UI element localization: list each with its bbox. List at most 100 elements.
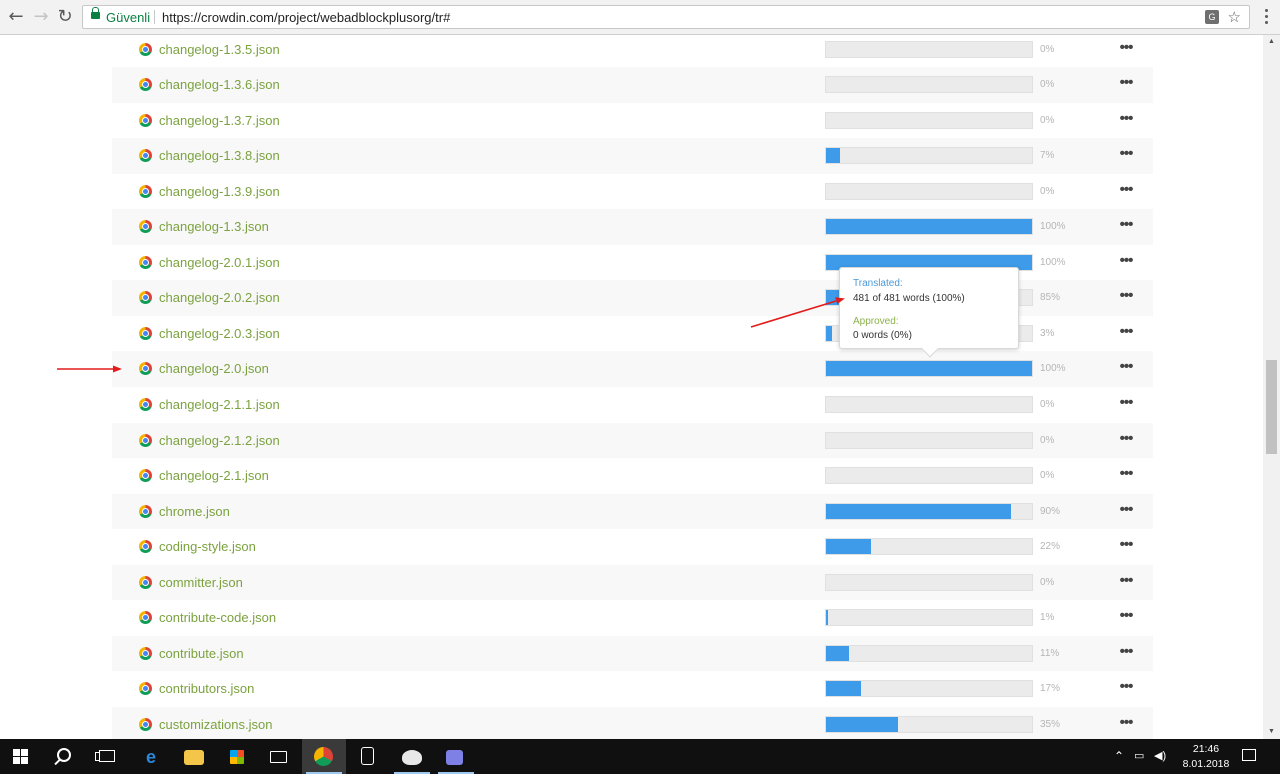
- file-name-link[interactable]: changelog-2.1.1.json: [159, 397, 280, 412]
- file-name-link[interactable]: changelog-1.3.7.json: [159, 113, 280, 128]
- more-options-icon[interactable]: •••: [1114, 181, 1138, 202]
- translation-progress-bar[interactable]: [825, 395, 1033, 413]
- scroll-down-icon[interactable]: ▼: [1263, 725, 1280, 739]
- more-options-icon[interactable]: •••: [1114, 501, 1138, 522]
- file-row[interactable]: contributors.json 17% •••: [112, 671, 1153, 707]
- file-name-link[interactable]: chrome.json: [159, 504, 230, 519]
- start-button[interactable]: [0, 739, 44, 774]
- file-name-link[interactable]: changelog-2.0.1.json: [159, 255, 280, 270]
- forward-icon[interactable]: →: [31, 7, 51, 27]
- more-options-icon[interactable]: •••: [1114, 679, 1138, 699]
- volume-icon[interactable]: ◀): [1154, 749, 1166, 762]
- translation-progress-bar[interactable]: [825, 147, 1033, 165]
- edge-taskbar-button[interactable]: e: [129, 739, 173, 774]
- url-text[interactable]: https://crowdin.com/project/webadblockpl…: [162, 10, 450, 25]
- file-name-link[interactable]: contribute.json: [159, 646, 244, 661]
- translate-icon[interactable]: G: [1205, 10, 1219, 24]
- tray-clock[interactable]: 21:46 8.01.2018: [1175, 742, 1237, 772]
- messenger-taskbar-button[interactable]: [434, 739, 478, 774]
- translation-progress-bar[interactable]: [825, 715, 1033, 733]
- more-options-icon[interactable]: •••: [1114, 359, 1138, 379]
- mail-taskbar-button[interactable]: [258, 739, 302, 774]
- file-row[interactable]: contribute.json 11% •••: [112, 635, 1153, 672]
- network-icon[interactable]: ▭: [1134, 749, 1144, 762]
- reload-icon[interactable]: ↻: [55, 7, 75, 27]
- translation-progress-bar[interactable]: [825, 111, 1033, 129]
- file-row[interactable]: customizations.json 35% •••: [112, 706, 1153, 739]
- file-row[interactable]: changelog-2.1.1.json 0% •••: [112, 387, 1153, 423]
- more-options-icon[interactable]: •••: [1114, 430, 1138, 451]
- file-row[interactable]: changelog-1.3.8.json 7% •••: [112, 138, 1153, 174]
- more-options-icon[interactable]: •••: [1114, 394, 1138, 415]
- file-name-link[interactable]: committer.json: [159, 575, 243, 590]
- notification-icon[interactable]: [1242, 749, 1256, 761]
- more-options-icon[interactable]: •••: [1114, 217, 1138, 237]
- more-options-icon[interactable]: •••: [1114, 537, 1138, 557]
- file-row[interactable]: changelog-1.3.5.json 0% •••: [112, 35, 1153, 67]
- store-taskbar-button[interactable]: [215, 739, 259, 774]
- translation-progress-bar[interactable]: [825, 182, 1033, 200]
- more-options-icon[interactable]: •••: [1114, 572, 1138, 593]
- file-name-link[interactable]: changelog-2.0.3.json: [159, 326, 280, 341]
- translation-progress-bar[interactable]: [825, 218, 1033, 236]
- file-name-link[interactable]: changelog-2.0.2.json: [159, 290, 280, 305]
- translation-progress-bar[interactable]: [825, 609, 1033, 627]
- page-scrollbar[interactable]: ▲ ▼: [1263, 35, 1280, 739]
- chrome-taskbar-button[interactable]: [302, 739, 346, 774]
- file-name-link[interactable]: changelog-1.3.9.json: [159, 184, 280, 199]
- file-name-link[interactable]: changelog-1.3.json: [159, 219, 269, 234]
- translation-progress-bar[interactable]: [825, 360, 1033, 378]
- file-row[interactable]: coding-style.json 22% •••: [112, 529, 1153, 565]
- file-name-link[interactable]: changelog-2.1.json: [159, 468, 269, 483]
- file-name-link[interactable]: changelog-2.1.2.json: [159, 433, 280, 448]
- more-options-icon[interactable]: •••: [1114, 252, 1138, 273]
- explorer-taskbar-button[interactable]: [172, 739, 216, 774]
- translation-progress-bar[interactable]: [825, 467, 1033, 485]
- more-options-icon[interactable]: •••: [1114, 39, 1138, 60]
- more-options-icon[interactable]: •••: [1114, 110, 1138, 131]
- translation-progress-bar[interactable]: [825, 431, 1033, 449]
- more-options-icon[interactable]: •••: [1114, 466, 1138, 486]
- more-options-icon[interactable]: •••: [1114, 323, 1138, 344]
- file-row[interactable]: changelog-1.3.7.json 0% •••: [112, 103, 1153, 139]
- file-row[interactable]: chrome.json 90% •••: [112, 493, 1153, 530]
- file-row[interactable]: changelog-1.3.json 100% •••: [112, 209, 1153, 245]
- more-options-icon[interactable]: •••: [1114, 714, 1138, 735]
- translation-progress-bar[interactable]: [825, 538, 1033, 556]
- more-options-icon[interactable]: •••: [1114, 288, 1138, 308]
- translation-progress-bar[interactable]: [825, 644, 1033, 662]
- scroll-up-icon[interactable]: ▲: [1263, 35, 1280, 49]
- translation-progress-bar[interactable]: [825, 502, 1033, 520]
- paint-taskbar-button[interactable]: [390, 739, 434, 774]
- file-name-link[interactable]: contributors.json: [159, 681, 254, 696]
- tray-chevron-icon[interactable]: ⌃: [1114, 749, 1124, 763]
- file-row[interactable]: changelog-1.3.9.json 0% •••: [112, 174, 1153, 210]
- file-row[interactable]: changelog-2.0.json 100% •••: [112, 351, 1153, 387]
- back-icon[interactable]: ←: [6, 7, 26, 27]
- file-name-link[interactable]: changelog-1.3.6.json: [159, 77, 280, 92]
- browser-menu-icon[interactable]: [1258, 6, 1274, 28]
- file-row[interactable]: changelog-1.3.6.json 0% •••: [112, 67, 1153, 103]
- file-name-link[interactable]: changelog-1.3.8.json: [159, 148, 280, 163]
- file-name-link[interactable]: contribute-code.json: [159, 610, 276, 625]
- file-row[interactable]: changelog-2.1.json 0% •••: [112, 458, 1153, 494]
- more-options-icon[interactable]: •••: [1114, 643, 1138, 664]
- address-bar[interactable]: Güvenli https://crowdin.com/project/weba…: [82, 5, 1250, 29]
- bookmark-star-icon[interactable]: ☆: [1228, 8, 1241, 26]
- calculator-taskbar-button[interactable]: [346, 739, 390, 774]
- more-options-icon[interactable]: •••: [1114, 146, 1138, 166]
- translation-progress-bar[interactable]: [825, 680, 1033, 698]
- more-options-icon[interactable]: •••: [1114, 608, 1138, 628]
- translation-progress-bar[interactable]: [825, 76, 1033, 94]
- file-name-link[interactable]: changelog-1.3.5.json: [159, 42, 280, 57]
- translation-progress-bar[interactable]: [825, 40, 1033, 58]
- file-name-link[interactable]: coding-style.json: [159, 539, 256, 554]
- file-row[interactable]: contribute-code.json 1% •••: [112, 600, 1153, 636]
- translation-progress-bar[interactable]: [825, 573, 1033, 591]
- file-row[interactable]: changelog-2.1.2.json 0% •••: [112, 422, 1153, 459]
- task-view-button[interactable]: [86, 739, 130, 774]
- file-row[interactable]: committer.json 0% •••: [112, 564, 1153, 601]
- file-name-link[interactable]: changelog-2.0.json: [159, 361, 269, 376]
- search-button[interactable]: [43, 739, 87, 774]
- file-name-link[interactable]: customizations.json: [159, 717, 272, 732]
